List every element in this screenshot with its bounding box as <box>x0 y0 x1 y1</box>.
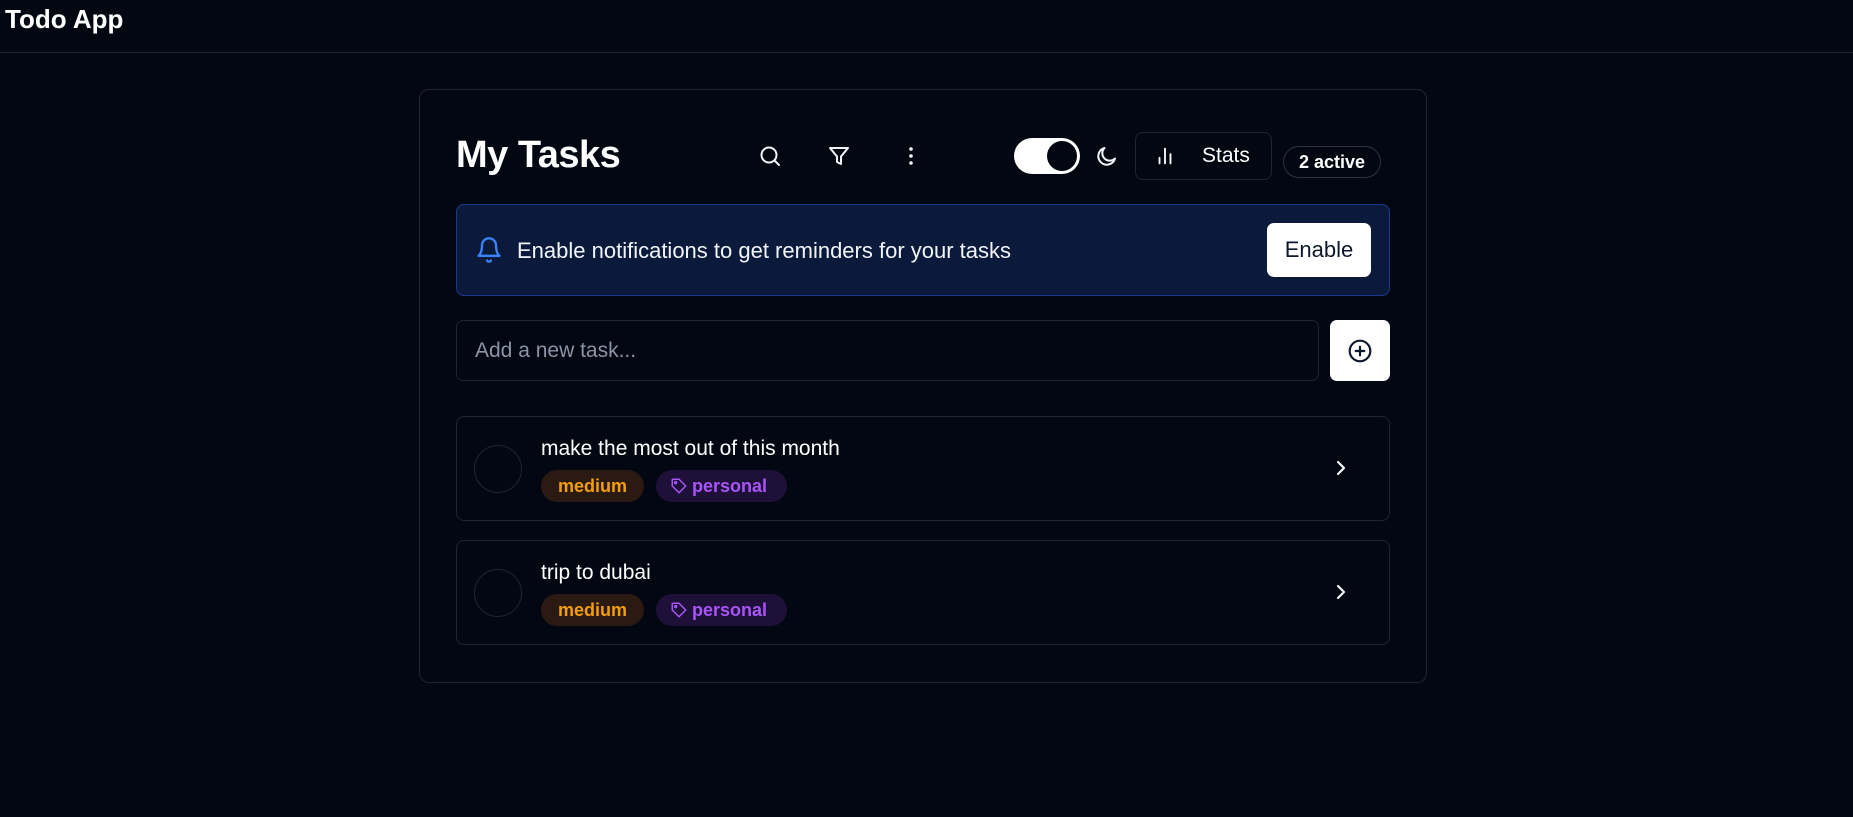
add-task-button[interactable] <box>1330 320 1390 381</box>
stats-label: Stats <box>1202 144 1250 167</box>
task-complete-checkbox[interactable] <box>474 569 522 617</box>
filter-button[interactable] <box>819 136 859 176</box>
chevron-right-icon[interactable] <box>1329 580 1353 609</box>
search-icon <box>760 146 780 166</box>
priority-badge: medium <box>541 470 644 502</box>
theme-toggle[interactable] <box>1014 138 1080 174</box>
tasks-card: My Tasks Stats 2 active Enable notificat… <box>419 89 1427 683</box>
tag-icon <box>671 602 687 618</box>
category-label: personal <box>692 475 768 496</box>
bell-icon <box>475 236 503 269</box>
task-title: trip to dubai <box>541 561 651 584</box>
tag-icon <box>671 478 687 494</box>
page-title: My Tasks <box>456 134 621 176</box>
bar-chart-icon <box>1158 147 1172 165</box>
category-badge: personal <box>656 594 787 626</box>
new-task-input[interactable] <box>456 320 1319 381</box>
filter-icon <box>829 147 849 165</box>
top-bar: Todo App <box>0 0 1853 53</box>
dark-mode-indicator <box>1087 136 1127 176</box>
task-item[interactable]: trip to dubai medium personal <box>456 540 1390 645</box>
app-title: Todo App <box>5 4 124 34</box>
enable-notifications-button[interactable]: Enable <box>1267 223 1371 277</box>
task-title: make the most out of this month <box>541 437 840 460</box>
toggle-knob <box>1047 141 1077 171</box>
moon-icon <box>1097 147 1116 166</box>
more-vertical-icon <box>909 147 913 165</box>
chevron-right-icon[interactable] <box>1329 456 1353 485</box>
active-count-badge: 2 active <box>1283 146 1382 178</box>
priority-badge: medium <box>541 594 644 626</box>
more-options-button[interactable] <box>891 136 931 176</box>
task-complete-checkbox[interactable] <box>474 445 522 493</box>
plus-circle-icon <box>1348 339 1372 362</box>
category-badge: personal <box>656 470 787 502</box>
notification-banner: Enable notifications to get reminders fo… <box>456 204 1390 296</box>
task-item[interactable]: make the most out of this month medium p… <box>456 416 1390 521</box>
notification-message: Enable notifications to get reminders fo… <box>517 238 1012 263</box>
search-button[interactable] <box>750 136 790 176</box>
category-label: personal <box>692 599 768 620</box>
stats-button[interactable]: Stats <box>1135 132 1272 180</box>
